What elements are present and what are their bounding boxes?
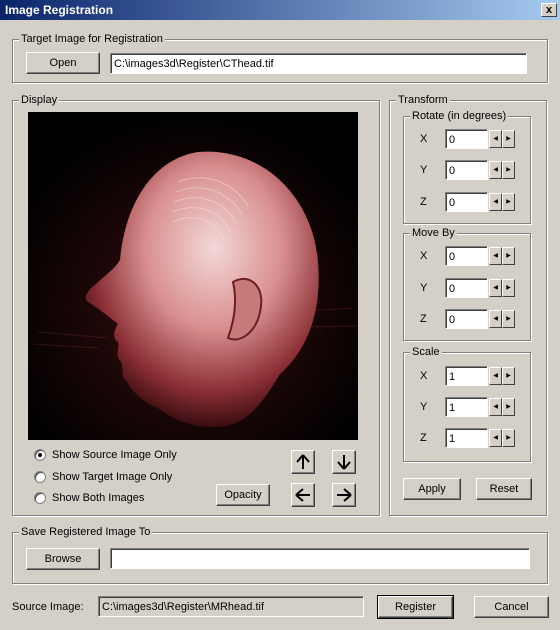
apply-button[interactable]: Apply — [403, 478, 461, 500]
arrow-right-icon — [337, 488, 352, 502]
transform-legend: Transform — [396, 93, 450, 107]
rotate-x-spinner[interactable]: ◀ ▶ — [489, 130, 515, 148]
scale-legend: Scale — [410, 345, 442, 359]
rotate-y-increment[interactable]: ▶ — [502, 161, 515, 179]
arrow-down-icon — [337, 455, 351, 470]
rotate-y-label: Y — [420, 164, 428, 176]
save-legend: Save Registered Image To — [19, 525, 153, 539]
radio-show-both-dot[interactable] — [34, 492, 46, 504]
arrow-down-button[interactable] — [332, 450, 356, 474]
move-y-label: Y — [420, 282, 428, 294]
scale-z-spinner[interactable]: ◀ ▶ — [489, 429, 515, 447]
scale-y-field[interactable]: 1 — [445, 397, 488, 417]
rotate-x-field[interactable]: 0 — [445, 129, 488, 149]
reset-button[interactable]: Reset — [476, 478, 532, 500]
display-legend: Display — [19, 93, 60, 107]
scale-z-field[interactable]: 1 — [445, 428, 488, 448]
move-y-decrement[interactable]: ◀ — [489, 279, 502, 297]
radio-show-source-dot[interactable] — [34, 449, 46, 461]
arrow-left-button[interactable] — [291, 483, 315, 507]
move-z-field[interactable]: 0 — [445, 309, 488, 329]
window-title: Image Registration — [5, 3, 114, 17]
image-viewer[interactable] — [28, 112, 358, 440]
source-image-label: Source Image: — [12, 601, 84, 613]
target-image-legend: Target Image for Registration — [19, 32, 165, 46]
move-y-field[interactable]: 0 — [445, 278, 488, 298]
title-bar: Image Registration x — [0, 0, 560, 20]
rotate-x-decrement[interactable]: ◀ — [489, 130, 502, 148]
move-x-spinner[interactable]: ◀ ▶ — [489, 247, 515, 265]
open-button[interactable]: Open — [26, 52, 100, 74]
scale-x-decrement[interactable]: ◀ — [489, 367, 502, 385]
scale-y-increment[interactable]: ▶ — [502, 398, 515, 416]
rotate-x-increment[interactable]: ▶ — [502, 130, 515, 148]
move-x-label: X — [420, 250, 428, 262]
scale-z-decrement[interactable]: ◀ — [489, 429, 502, 447]
scale-x-field[interactable]: 1 — [445, 366, 488, 386]
arrow-right-button[interactable] — [332, 483, 356, 507]
rotate-z-increment[interactable]: ▶ — [502, 193, 515, 211]
arrow-up-button[interactable] — [291, 450, 315, 474]
head-render-image — [28, 112, 358, 440]
opacity-button[interactable]: Opacity — [216, 484, 270, 506]
scale-x-increment[interactable]: ▶ — [502, 367, 515, 385]
rotate-z-label: Z — [420, 196, 427, 208]
move-y-increment[interactable]: ▶ — [502, 279, 515, 297]
move-z-decrement[interactable]: ◀ — [489, 310, 502, 328]
register-button[interactable]: Register — [377, 595, 454, 619]
rotate-y-field[interactable]: 0 — [445, 160, 488, 180]
move-x-decrement[interactable]: ◀ — [489, 247, 502, 265]
radio-show-source-label: Show Source Image Only — [52, 449, 177, 461]
rotate-x-label: X — [420, 133, 428, 145]
save-path-field[interactable] — [110, 548, 530, 569]
rotate-legend: Rotate (in degrees) — [410, 109, 509, 123]
move-legend: Move By — [410, 226, 457, 240]
cancel-button[interactable]: Cancel — [474, 596, 549, 618]
move-z-increment[interactable]: ▶ — [502, 310, 515, 328]
scale-y-label: Y — [420, 401, 428, 413]
move-x-increment[interactable]: ▶ — [502, 247, 515, 265]
scale-y-spinner[interactable]: ◀ ▶ — [489, 398, 515, 416]
move-y-spinner[interactable]: ◀ ▶ — [489, 279, 515, 297]
scale-z-increment[interactable]: ▶ — [502, 429, 515, 447]
radio-show-both[interactable]: Show Both Images — [34, 492, 144, 504]
browse-button[interactable]: Browse — [26, 548, 100, 570]
rotate-y-decrement[interactable]: ◀ — [489, 161, 502, 179]
scale-y-decrement[interactable]: ◀ — [489, 398, 502, 416]
source-image-path: C:\images3d\Register\MRhead.tif — [98, 596, 364, 617]
rotate-z-spinner[interactable]: ◀ ▶ — [489, 193, 515, 211]
target-path-field[interactable]: C:\images3d\Register\CThead.tif — [110, 53, 527, 74]
rotate-y-spinner[interactable]: ◀ ▶ — [489, 161, 515, 179]
arrow-up-icon — [296, 454, 310, 469]
rotate-z-field[interactable]: 0 — [445, 192, 488, 212]
rotate-z-decrement[interactable]: ◀ — [489, 193, 502, 211]
move-z-label: Z — [420, 313, 427, 325]
close-button[interactable]: x — [541, 3, 557, 17]
move-x-field[interactable]: 0 — [445, 246, 488, 266]
scale-x-label: X — [420, 370, 428, 382]
radio-show-both-label: Show Both Images — [52, 492, 145, 504]
scale-z-label: Z — [420, 432, 427, 444]
move-z-spinner[interactable]: ◀ ▶ — [489, 310, 515, 328]
radio-show-source[interactable]: Show Source Image Only — [34, 449, 177, 461]
scale-x-spinner[interactable]: ◀ ▶ — [489, 367, 515, 385]
radio-show-target-label: Show Target Image Only — [52, 471, 173, 483]
radio-show-target[interactable]: Show Target Image Only — [34, 471, 172, 483]
arrow-left-icon — [295, 488, 310, 502]
radio-show-target-dot[interactable] — [34, 471, 46, 483]
